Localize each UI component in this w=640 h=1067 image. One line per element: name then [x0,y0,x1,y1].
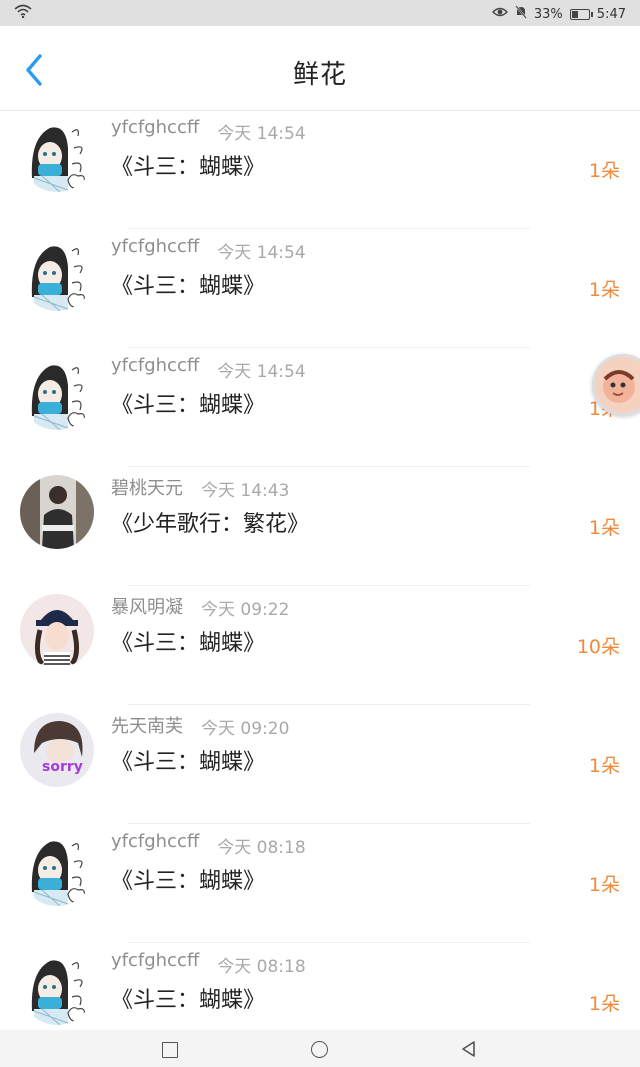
avatar[interactable] [20,475,94,549]
header: 鲜花 [0,26,640,111]
list-item[interactable]: yfcfghccff 今天 14:54 《斗三：蝴蝶》 1朵 [0,110,640,229]
timestamp: 今天 14:54 [217,243,306,263]
gift-title: 《斗三：蝴蝶》 [111,750,266,775]
timestamp: 今天 14:54 [217,362,306,382]
flower-count: 1朵 [588,517,620,539]
flower-count: 1朵 [588,279,620,301]
status-bar: 33% 5:47 [0,0,640,26]
svg-text:sorry: sorry [42,759,83,775]
flower-count: 1朵 [588,874,620,896]
mute-icon [515,5,527,23]
flower-count: 1朵 [588,755,620,777]
sender-name: yfcfghccff [111,236,200,257]
circle-icon[interactable] [311,1041,328,1058]
sender-name: yfcfghccff [111,355,200,376]
avatar[interactable] [20,951,94,1025]
gift-title: 《斗三：蝴蝶》 [111,631,266,656]
gift-title: 《斗三：蝴蝶》 [111,988,266,1013]
timestamp: 今天 14:54 [217,124,306,144]
flower-count: 10朵 [576,636,620,658]
avatar[interactable] [20,118,94,192]
sender-name: 碧桃天元 [111,478,183,499]
sender-name: 先天南芙 [111,716,183,737]
clock: 5:47 [596,6,626,22]
battery-percent: 33% [533,6,563,22]
timestamp: 今天 09:22 [201,600,290,620]
timestamp: 今天 09:20 [201,719,290,739]
timestamp: 今天 08:18 [217,838,306,858]
sender-name: yfcfghccff [111,117,200,138]
avatar[interactable]: sorry [20,713,94,787]
flower-list: yfcfghccff 今天 14:54 《斗三：蝴蝶》 1朵 yfcfghccff 今天 … [0,110,640,1030]
flower-count: 1朵 [588,993,620,1015]
sender-name: 暴风明凝 [111,597,183,618]
sender-name: yfcfghccff [111,950,200,971]
floating-assistant-button[interactable] [592,354,640,416]
list-item[interactable]: 暴风明凝 今天 09:22 《斗三：蝴蝶》 10朵 [0,586,640,705]
list-item[interactable]: sorry 先天南芙 今天 09:20 《斗三：蝴蝶》 1朵 [0,705,640,824]
gift-title: 《斗三：蝴蝶》 [111,155,266,180]
sender-name: yfcfghccff [111,831,200,852]
avatar[interactable] [20,237,94,311]
gift-title: 《少年歌行：繁花》 [111,512,310,537]
page-title: 鲜花 [292,60,347,90]
square-icon[interactable] [162,1042,178,1058]
system-navigation-bar [0,1030,640,1067]
list-item[interactable]: yfcfghccff 今天 08:18 《斗三：蝴蝶》 1朵 [0,824,640,943]
wifi-icon [14,4,32,22]
gift-title: 《斗三：蝴蝶》 [111,274,266,299]
avatar[interactable] [20,356,94,430]
battery-icon [569,8,593,20]
triangle-back-icon[interactable] [460,1040,478,1062]
list-item[interactable]: 碧桃天元 今天 14:43 《少年歌行：繁花》 1朵 [0,467,640,586]
gift-title: 《斗三：蝴蝶》 [111,393,266,418]
gift-title: 《斗三：蝴蝶》 [111,869,266,894]
timestamp: 今天 14:43 [201,481,290,501]
eye-icon [491,6,508,22]
list-item[interactable]: yfcfghccff今天 14:54《斗三：蝴蝶》1朵 [0,348,640,467]
avatar[interactable] [20,832,94,906]
timestamp: 今天 08:18 [217,957,306,977]
avatar[interactable] [20,594,94,668]
flower-count: 1朵 [588,160,620,182]
list-item[interactable]: yfcfghccff 今天 14:54 《斗三：蝴蝶》 1朵 [0,229,640,348]
list-item[interactable]: yfcfghccff 今天 08:18 《斗三：蝴蝶》 1朵 [0,943,640,1030]
